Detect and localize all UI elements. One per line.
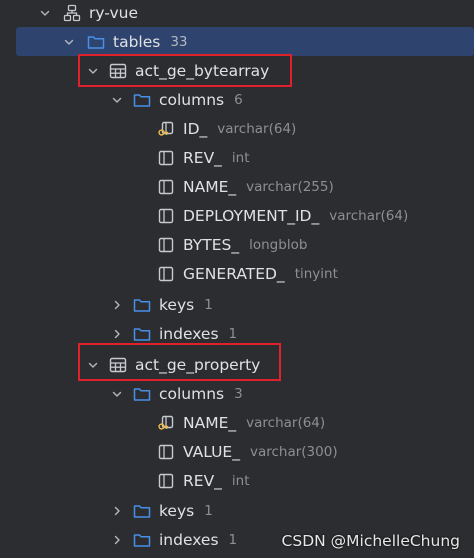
column-type: varchar(300) xyxy=(249,443,338,460)
tree-node-datasource[interactable]: ry-vue xyxy=(0,0,474,27)
tree-node-column[interactable]: ID_ varchar(64) xyxy=(0,114,474,143)
column-icon xyxy=(156,265,176,283)
tree-node-column[interactable]: REV_ int xyxy=(0,143,474,172)
chevron-right-icon[interactable] xyxy=(110,327,124,341)
keys-label: keys xyxy=(159,501,195,520)
keys-count: 1 xyxy=(204,502,213,519)
primary-key-column-icon xyxy=(156,414,176,432)
folder-icon xyxy=(132,296,152,314)
indexes-count: 1 xyxy=(228,531,238,548)
folder-icon xyxy=(132,385,152,403)
keys-label: keys xyxy=(159,295,195,314)
column-icon xyxy=(156,443,176,461)
column-name: NAME_ xyxy=(183,413,237,432)
folder-icon xyxy=(132,325,152,343)
column-name: GENERATED_ xyxy=(183,264,285,283)
primary-key-column-icon xyxy=(156,120,176,138)
column-icon xyxy=(156,178,176,196)
datasource-label: ry-vue xyxy=(89,3,138,22)
column-name: VALUE_ xyxy=(183,442,240,461)
column-type: tinyint xyxy=(294,265,338,282)
indexes-label: indexes xyxy=(159,324,219,343)
tree-node-column[interactable]: DEPLOYMENT_ID_ varchar(64) xyxy=(0,201,474,230)
column-icon xyxy=(156,236,176,254)
tree-node-column[interactable]: NAME_ varchar(255) xyxy=(0,172,474,201)
column-type: longblob xyxy=(249,236,308,253)
folder-icon xyxy=(132,91,152,109)
column-name: DEPLOYMENT_ID_ xyxy=(183,206,320,225)
tree-node-keys[interactable]: keys 1 xyxy=(0,496,474,525)
column-name: REV_ xyxy=(183,471,222,490)
columns-label: columns xyxy=(159,384,225,403)
tree-node-column[interactable]: NAME_ varchar(64) xyxy=(0,408,474,437)
tree-node-column[interactable]: GENERATED_ tinyint xyxy=(0,259,474,288)
highlight-box xyxy=(78,343,281,381)
datasource-icon xyxy=(62,4,82,22)
keys-count: 1 xyxy=(204,296,213,313)
column-type: int xyxy=(231,472,250,489)
chevron-down-icon[interactable] xyxy=(62,35,76,49)
chevron-down-icon[interactable] xyxy=(38,6,52,20)
column-type: varchar(255) xyxy=(246,178,334,195)
watermark: CSDN @MichelleChung xyxy=(281,532,460,550)
folder-icon xyxy=(86,33,106,51)
columns-count: 3 xyxy=(234,385,243,402)
column-icon xyxy=(156,207,176,225)
tables-label: tables xyxy=(113,32,161,51)
column-type: varchar(64) xyxy=(329,207,409,224)
indexes-label: indexes xyxy=(159,530,219,549)
columns-label: columns xyxy=(159,90,225,109)
tree-node-columns[interactable]: columns 3 xyxy=(0,379,474,408)
column-name: REV_ xyxy=(183,148,222,167)
highlight-box xyxy=(78,54,292,87)
tree-node-column[interactable]: VALUE_ varchar(300) xyxy=(0,437,474,466)
folder-icon xyxy=(132,531,152,549)
column-type: int xyxy=(231,149,250,166)
folder-icon xyxy=(132,502,152,520)
column-icon xyxy=(156,472,176,490)
chevron-down-icon[interactable] xyxy=(110,93,124,107)
tree-node-column[interactable]: BYTES_ longblob xyxy=(0,230,474,259)
indexes-count: 1 xyxy=(228,325,238,342)
tree-node-tables[interactable]: tables 33 xyxy=(16,27,474,56)
tree-node-keys[interactable]: keys 1 xyxy=(0,290,474,319)
tree-node-columns[interactable]: columns 6 xyxy=(0,85,474,114)
chevron-right-icon[interactable] xyxy=(110,504,124,518)
column-icon xyxy=(156,149,176,167)
tables-count: 33 xyxy=(170,33,188,50)
column-name: NAME_ xyxy=(183,177,237,196)
chevron-right-icon[interactable] xyxy=(110,533,124,547)
column-name: ID_ xyxy=(183,119,208,138)
tree-node-column[interactable]: REV_ int xyxy=(0,466,474,495)
columns-count: 6 xyxy=(234,91,243,108)
column-name: BYTES_ xyxy=(183,235,240,254)
column-type: varchar(64) xyxy=(217,120,297,137)
column-type: varchar(64) xyxy=(246,414,326,431)
chevron-down-icon[interactable] xyxy=(110,387,124,401)
chevron-right-icon[interactable] xyxy=(110,298,124,312)
